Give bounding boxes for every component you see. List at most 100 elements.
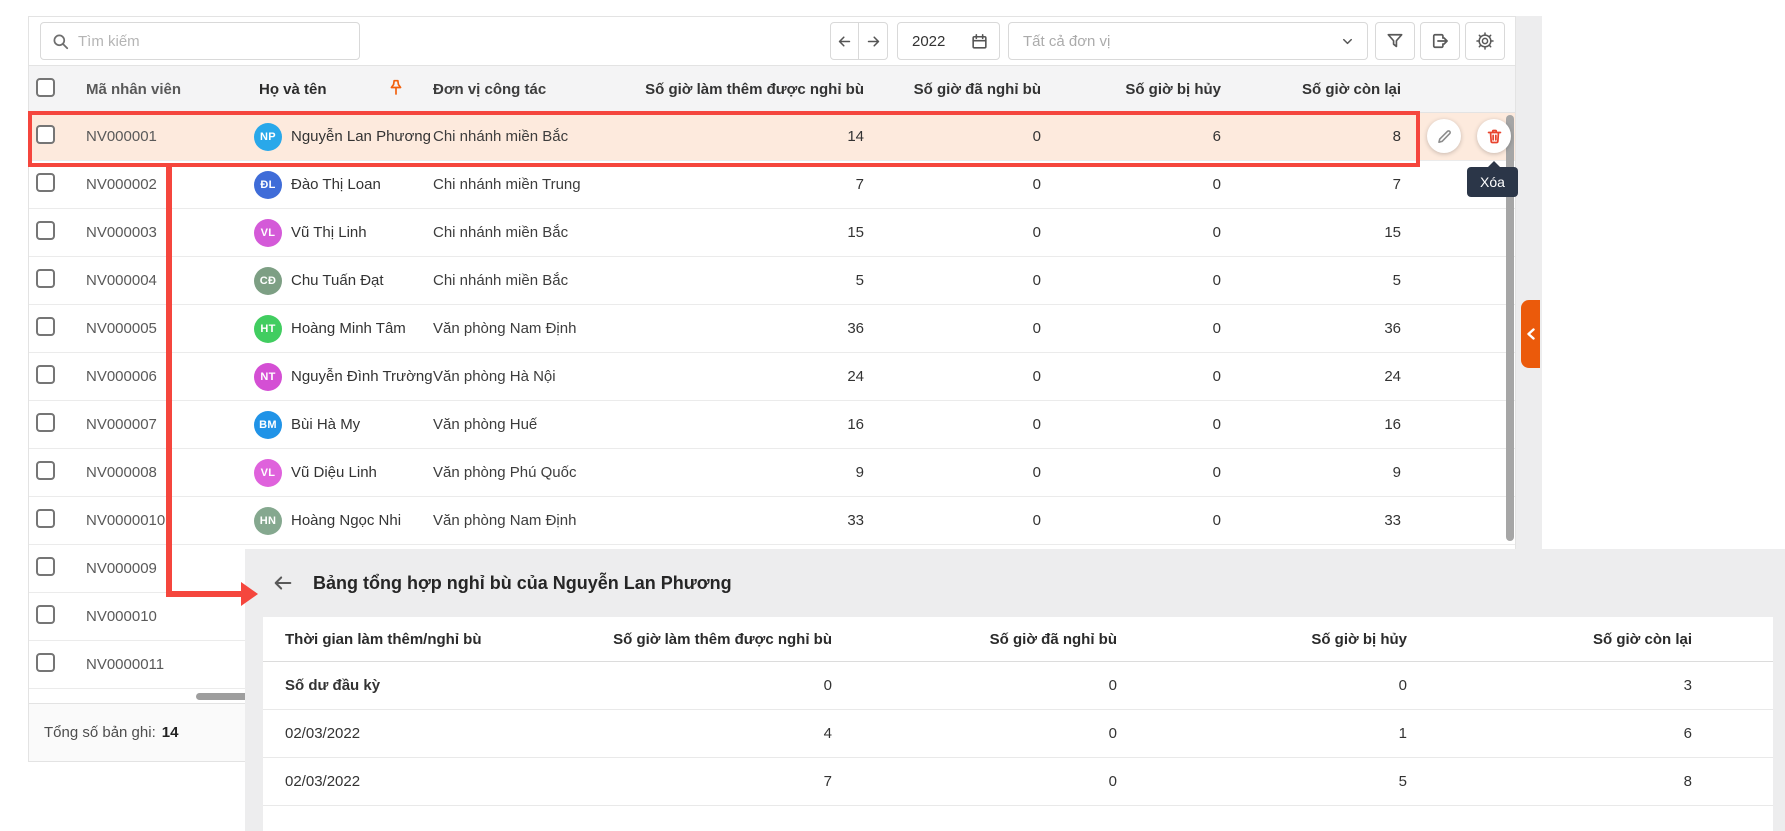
employee-name: Nguyễn Lan Phương (291, 128, 431, 145)
detail-canceled-cell: 1 (1125, 725, 1415, 742)
year-value: 2022 (912, 33, 945, 50)
table-row[interactable]: NV000002 ĐL Đào Thị Loan Chi nhánh miền … (29, 161, 1515, 209)
table-row[interactable]: NV000006 NT Nguyễn Đình Trường Văn phòng… (29, 353, 1515, 401)
employee-code: NV0000010 (86, 512, 254, 529)
employee-name: Bùi Hà My (291, 416, 360, 433)
trash-icon (1485, 127, 1504, 146)
unit-cell: Chi nhánh miền Trung (426, 176, 641, 193)
column-header-name: Họ và tên (254, 81, 426, 98)
detail-row: 02/03/2022 7 0 5 8 (263, 758, 1785, 806)
detail-taken-cell: 0 (840, 773, 1125, 790)
unit-cell: Văn phòng Phú Quốc (426, 464, 641, 481)
overtime-hours-cell: 16 (641, 416, 866, 433)
unit-cell: Văn phòng Hà Nội (426, 368, 641, 385)
select-all-checkbox[interactable] (36, 78, 55, 97)
table-row[interactable]: NV0000010 HN Hoàng Ngọc Nhi Văn phòng Na… (29, 497, 1515, 545)
overtime-hours-cell: 24 (641, 368, 866, 385)
collapse-handle[interactable] (1521, 300, 1540, 368)
year-picker[interactable]: 2022 (897, 22, 1000, 60)
toolbar: 2022 Tất cả đơn vị (29, 17, 1515, 65)
previous-year-button[interactable] (831, 23, 859, 59)
row-checkbox[interactable] (36, 605, 55, 624)
table-row[interactable]: NV000008 VL Vũ Diệu Linh Văn phòng Phú Q… (29, 449, 1515, 497)
table-header: Mã nhân viên Họ và tên Đơn vị công tác S… (29, 65, 1515, 113)
employee-code: NV000005 (86, 320, 254, 337)
unit-cell: Chi nhánh miền Bắc (426, 224, 641, 241)
row-checkbox[interactable] (36, 365, 55, 384)
delete-tooltip: Xóa (1467, 167, 1518, 197)
next-year-button[interactable] (859, 23, 887, 59)
unit-cell: Văn phòng Nam Định (426, 512, 641, 529)
row-checkbox[interactable] (36, 461, 55, 480)
back-button[interactable] (268, 568, 298, 598)
unit-filter-value: Tất cả đơn vị (1023, 33, 1110, 50)
detail-remaining-cell: 6 (1415, 725, 1700, 742)
table-row[interactable]: NV000003 VL Vũ Thị Linh Chi nhánh miền B… (29, 209, 1515, 257)
employee-code: NV000002 (86, 176, 254, 193)
unit-filter-select[interactable]: Tất cả đơn vị (1008, 22, 1368, 60)
export-icon (1430, 31, 1450, 51)
detail-title: Bảng tổng hợp nghỉ bù của Nguyễn Lan Phư… (313, 573, 732, 594)
employee-code: NV000003 (86, 224, 254, 241)
employee-name: Vũ Thị Linh (291, 224, 367, 241)
avatar: BM (254, 411, 282, 439)
row-checkbox[interactable] (36, 413, 55, 432)
taken-hours-cell: 0 (866, 176, 1043, 193)
detail-scrollbar-track[interactable] (1773, 617, 1785, 831)
taken-hours-cell: 0 (866, 368, 1043, 385)
chevron-left-icon (1526, 328, 1536, 340)
records-total-count: 14 (162, 724, 179, 741)
push-pin-icon[interactable] (386, 78, 406, 100)
detail-row: Số dư đầu kỳ 0 0 0 3 (263, 662, 1785, 710)
row-checkbox[interactable] (36, 317, 55, 336)
unit-cell: Chi nhánh miền Bắc (426, 272, 641, 289)
detail-table: Thời gian làm thêm/nghỉ bù Số giờ làm th… (263, 617, 1785, 831)
records-total-label: Tổng số bản ghi: (44, 724, 156, 741)
detail-overtime-cell: 4 (565, 725, 840, 742)
canceled-hours-cell: 0 (1043, 512, 1223, 529)
export-button[interactable] (1420, 22, 1460, 60)
row-checkbox[interactable] (36, 173, 55, 192)
remaining-hours-cell: 8 (1223, 128, 1403, 145)
column-header-name-label: Họ và tên (259, 81, 327, 98)
search-input[interactable] (78, 33, 349, 50)
remaining-hours-cell: 16 (1223, 416, 1403, 433)
employee-code: NV000001 (86, 128, 254, 145)
detail-period-cell: Số dư đầu kỳ (263, 677, 565, 694)
delete-button[interactable] (1477, 119, 1511, 153)
row-checkbox[interactable] (36, 509, 55, 528)
column-header-unit: Đơn vị công tác (426, 81, 641, 98)
employee-code: NV000006 (86, 368, 254, 385)
table-row[interactable]: NV000007 BM Bùi Hà My Văn phòng Huế 16 0… (29, 401, 1515, 449)
avatar: HN (254, 507, 282, 535)
overtime-hours-cell: 7 (641, 176, 866, 193)
canceled-hours-cell: 0 (1043, 272, 1223, 289)
detail-table-body: Số dư đầu kỳ 0 0 0 3 02/03/2022 4 0 1 6 (263, 662, 1785, 806)
row-checkbox[interactable] (36, 125, 55, 144)
canceled-hours-cell: 0 (1043, 224, 1223, 241)
edit-button[interactable] (1427, 119, 1461, 153)
taken-hours-cell: 0 (866, 272, 1043, 289)
employee-code: NV000004 (86, 272, 254, 289)
row-checkbox[interactable] (36, 557, 55, 576)
detail-canceled-cell: 0 (1125, 677, 1415, 694)
detail-canceled-cell: 5 (1125, 773, 1415, 790)
row-checkbox[interactable] (36, 269, 55, 288)
settings-button[interactable] (1465, 22, 1505, 60)
row-checkbox[interactable] (36, 221, 55, 240)
avatar: VL (254, 459, 282, 487)
employee-name: Vũ Diệu Linh (291, 464, 377, 481)
row-checkbox[interactable] (36, 653, 55, 672)
table-row[interactable]: NV000005 HT Hoàng Minh Tâm Văn phòng Nam… (29, 305, 1515, 353)
taken-hours-cell: 0 (866, 512, 1043, 529)
overtime-hours-cell: 36 (641, 320, 866, 337)
canceled-hours-cell: 0 (1043, 176, 1223, 193)
table-row[interactable]: NV000001 NP Nguyễn Lan Phương Chi nhánh … (29, 113, 1515, 161)
taken-hours-cell: 0 (866, 128, 1043, 145)
filter-button[interactable] (1375, 22, 1415, 60)
table-row[interactable]: NV000004 CĐ Chu Tuấn Đạt Chi nhánh miền … (29, 257, 1515, 305)
column-header-code: Mã nhân viên (86, 81, 254, 98)
detail-column-canceled: Số giờ bị hủy (1125, 631, 1415, 648)
employee-code: NV000009 (86, 560, 254, 577)
unit-cell: Văn phòng Huế (426, 416, 641, 433)
